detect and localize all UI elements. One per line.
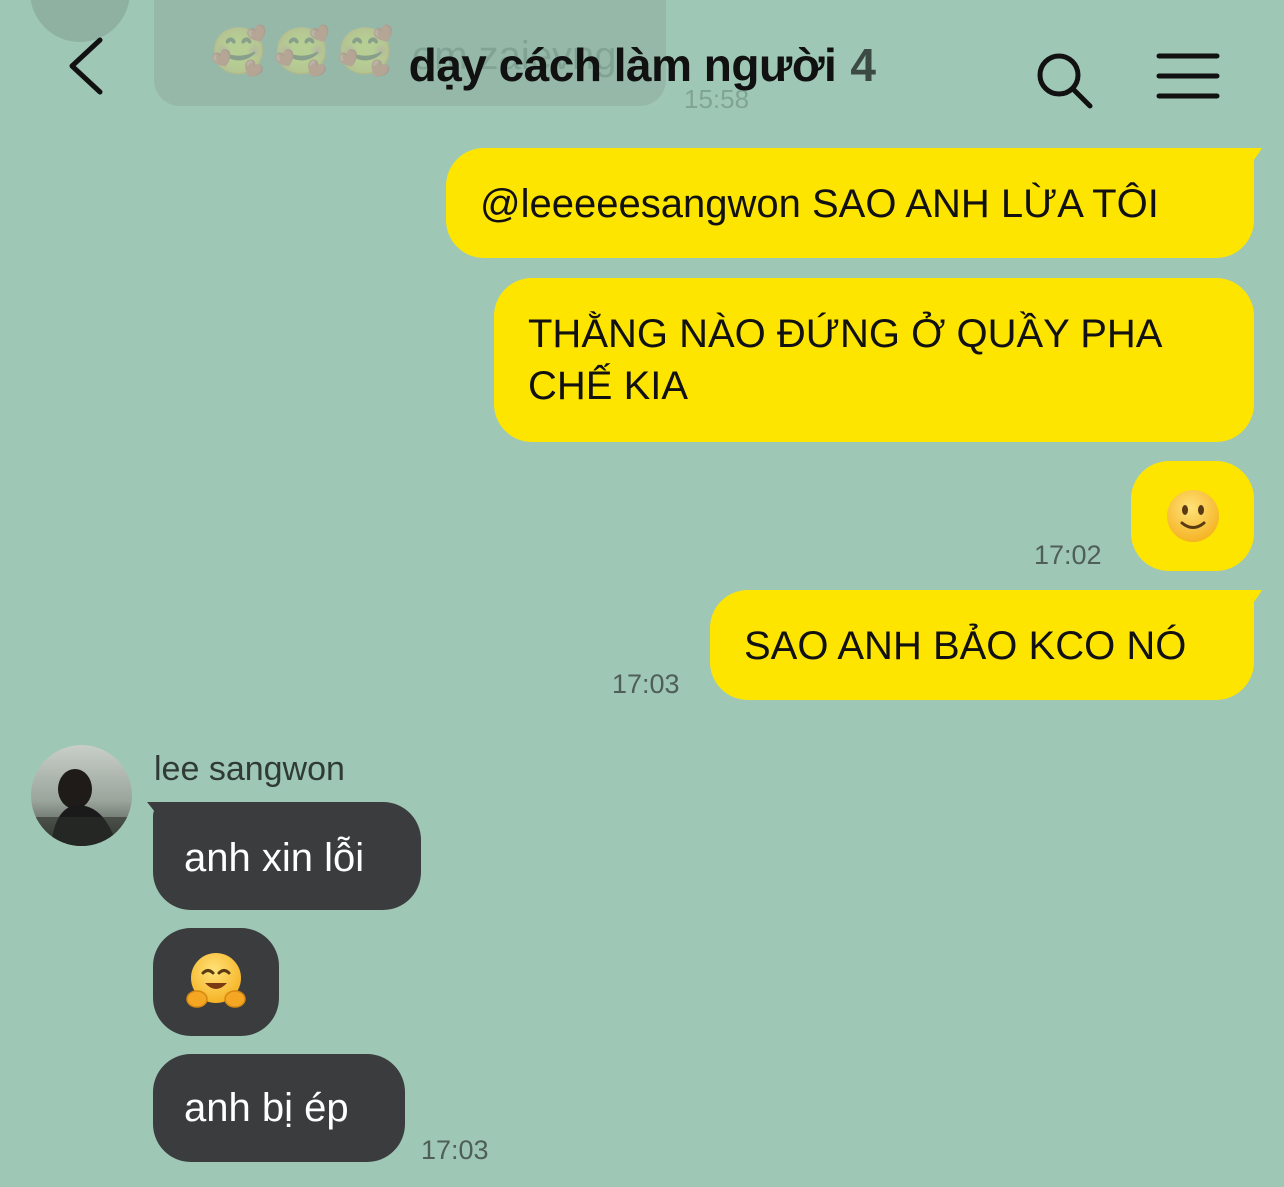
outgoing-message[interactable]: THẰNG NÀO ĐỨNG Ở QUẦY PHA CHẾ KIA (494, 278, 1254, 442)
menu-button[interactable] (1156, 52, 1220, 102)
message-text: SAO ANH BẢO KCO NÓ (744, 624, 1187, 668)
search-icon (1037, 53, 1093, 109)
message-time: 17:03 (421, 1135, 489, 1165)
message-text: anh bị ép (184, 1086, 349, 1130)
sender-avatar[interactable] (31, 745, 132, 846)
member-count: 4 (850, 39, 876, 91)
search-button[interactable] (1034, 50, 1096, 112)
sender-name: lee sangwon (154, 750, 345, 788)
outgoing-emoji-message[interactable] (1131, 461, 1254, 571)
incoming-emoji-message[interactable] (153, 928, 279, 1036)
hugging-face-icon (186, 953, 246, 1008)
slightly-smiling-face-icon (1166, 490, 1219, 542)
message-text: anh xin lỗi (184, 836, 365, 880)
message-text: THẰNG NÀO ĐỨNG Ở QUẦY PHA CHẾ KIA (528, 312, 1161, 408)
incoming-message[interactable]: anh xin lỗi (153, 802, 421, 910)
incoming-message[interactable]: anh bị ép (153, 1054, 405, 1162)
message-time: 17:03 (612, 669, 680, 699)
chat-title-text: dạy cách làm người (408, 39, 837, 91)
message-text: @leeeeesangwon SAO ANH LỪA TÔI (480, 182, 1159, 226)
hamburger-menu-icon (1156, 53, 1220, 99)
chat-header: dạy cách làm người 4 (0, 0, 1284, 130)
outgoing-message[interactable]: @leeeeesangwon SAO ANH LỪA TÔI (446, 148, 1254, 258)
outgoing-message[interactable]: SAO ANH BẢO KCO NÓ (710, 590, 1254, 700)
message-time: 17:02 (1034, 540, 1102, 570)
avatar-photo (31, 745, 132, 846)
